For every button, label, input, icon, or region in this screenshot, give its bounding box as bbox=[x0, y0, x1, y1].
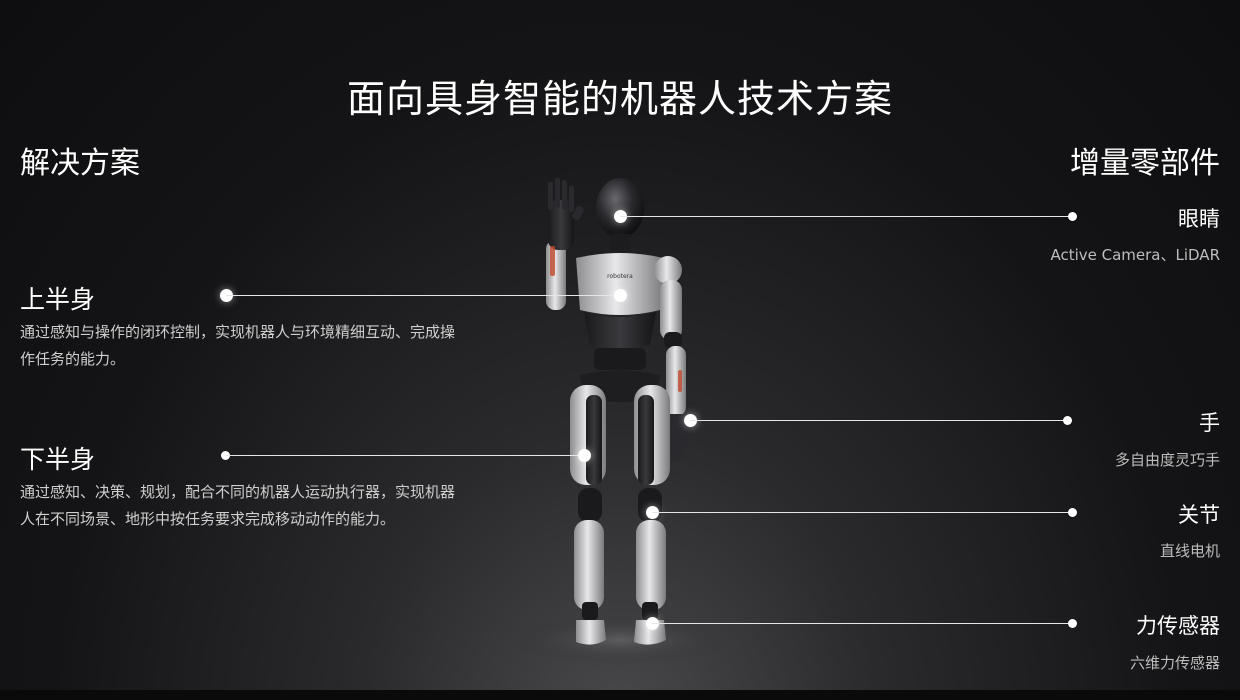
hand-end-dot bbox=[1063, 416, 1072, 425]
upper-body-description: 通过感知与操作的闭环控制，实现机器人与环境精细互动、完成操作任务的能力。 bbox=[20, 323, 456, 368]
part-force-sensor-subtitle: 六维力传感器 bbox=[1129, 654, 1220, 672]
torso-marker bbox=[614, 289, 627, 302]
leg-marker bbox=[578, 449, 591, 462]
part-hand-title: 手 bbox=[1199, 411, 1220, 435]
bottom-edge bbox=[0, 690, 1240, 700]
lower-body-connector bbox=[226, 455, 584, 456]
part-eyes-subtitle: Active Camera、LiDAR bbox=[1050, 246, 1220, 264]
robot-brand-label: robotera bbox=[607, 273, 633, 280]
upper-body-title: 上半身 bbox=[20, 285, 96, 314]
lower-body-description: 通过感知、决策、规划，配合不同的机器人运动执行器，实现机器人在不同场景、地形中按… bbox=[20, 483, 456, 528]
hand-connector bbox=[690, 420, 1068, 421]
part-eyes-title: 眼睛 bbox=[1178, 207, 1220, 231]
part-hand-subtitle: 多自由度灵巧手 bbox=[1114, 451, 1220, 469]
part-joint-subtitle: 直线电机 bbox=[1159, 542, 1220, 560]
eyes-connector bbox=[620, 216, 1072, 217]
force-sensor-connector bbox=[652, 623, 1072, 624]
part-joint-title: 关节 bbox=[1178, 503, 1220, 527]
joint-connector bbox=[652, 512, 1072, 513]
solutions-heading: 解决方案 bbox=[20, 146, 140, 181]
lower-body-title: 下半身 bbox=[20, 445, 96, 474]
components-heading: 增量零部件 bbox=[1070, 146, 1220, 181]
upper-body-connector bbox=[226, 295, 620, 296]
eyes-end-dot bbox=[1068, 212, 1077, 221]
force-sensor-end-dot bbox=[1068, 619, 1077, 628]
part-force-sensor-title: 力传感器 bbox=[1136, 614, 1220, 638]
page-title: 面向具身智能的机器人技术方案 bbox=[346, 77, 893, 121]
joint-end-dot bbox=[1068, 508, 1077, 517]
